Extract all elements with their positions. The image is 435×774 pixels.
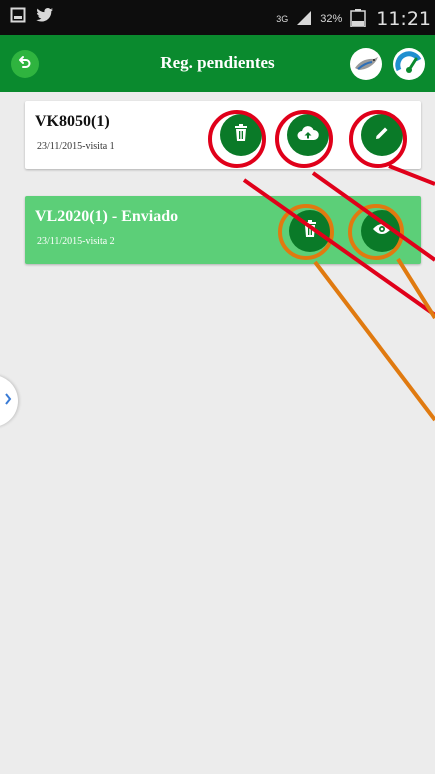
- chevron-right-icon: [4, 392, 12, 410]
- annotation-line: [311, 171, 435, 262]
- annotation-line: [396, 257, 435, 320]
- annotation-line: [388, 164, 435, 186]
- annotation-lines: [242, 164, 435, 422]
